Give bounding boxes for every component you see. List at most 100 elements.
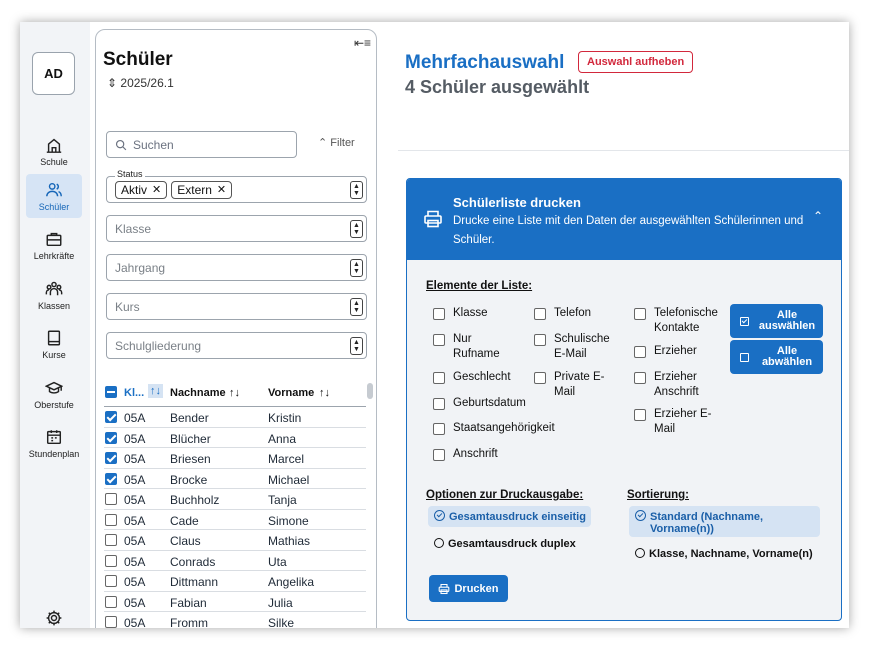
checkbox[interactable]	[433, 334, 445, 346]
checkbox[interactable]	[433, 449, 445, 461]
scrollbar-thumb[interactable]	[367, 383, 373, 399]
row-checkbox[interactable]	[105, 554, 117, 567]
checkbox[interactable]	[534, 308, 546, 320]
remove-chip-icon[interactable]: ✕	[217, 183, 226, 196]
option-erzieher-anschrift[interactable]: Erzieher Anschrift	[634, 370, 714, 400]
select-all-button[interactable]: Alle auswählen	[730, 304, 823, 338]
row-checkbox[interactable]	[105, 431, 117, 444]
table-row[interactable]: 05A Fabian Julia	[104, 592, 366, 612]
table-row[interactable]: 05A Brocke Michael	[104, 469, 366, 489]
table-row[interactable]: 05A Claus Mathias	[104, 530, 366, 551]
radio-sort-standard[interactable]: Standard (Nachname, Vorname(n))	[629, 506, 820, 537]
option-klasse[interactable]: Klasse	[433, 306, 488, 321]
student-list-panel: ⇤≡ Schüler ⇕ 2025/26.1 Suchen ⌃ Filter S…	[95, 29, 377, 628]
select-arrows-icon[interactable]: ▲ ▼	[350, 337, 363, 355]
card-header[interactable]: Schülerliste drucken Drucke eine Liste m…	[407, 179, 841, 260]
gear-icon[interactable]	[45, 609, 63, 627]
nav-item-stundenplan[interactable]: Stundenplan	[26, 421, 82, 465]
option-telefonische-kontakte[interactable]: Telefonische Kontakte	[634, 306, 729, 336]
row-checkbox[interactable]	[105, 472, 117, 485]
option-label: Staatsangehörigkeit	[453, 422, 555, 434]
avatar[interactable]: AD	[32, 52, 75, 95]
option-erzieher-email[interactable]: Erzieher E-Mail	[634, 407, 719, 437]
sort-icon[interactable]: ↑↓	[148, 384, 163, 398]
status-select[interactable]: Status Aktiv ✕ Extern ✕ ▲ ▼	[106, 169, 367, 203]
cell-klasse: 05A	[124, 452, 146, 466]
option-telefon[interactable]: Telefon	[534, 306, 591, 321]
checkbox[interactable]	[433, 398, 445, 410]
row-checkbox[interactable]	[105, 452, 117, 464]
nav-item-lehrkraefte[interactable]: Lehrkräfte	[26, 223, 82, 267]
checkbox[interactable]	[634, 346, 646, 358]
option-erzieher[interactable]: Erzieher	[634, 344, 697, 359]
table-row[interactable]: 05A Conrads Uta	[104, 551, 366, 571]
radio-sort-klasse[interactable]: Klasse, Nachname, Vorname(n)	[635, 548, 813, 560]
sort-icon[interactable]: ↑↓	[319, 387, 330, 399]
table-row[interactable]: 05A Dittmann Angelika	[104, 571, 366, 592]
nav-item-oberstufe[interactable]: Oberstufe	[26, 372, 82, 416]
select-arrows-icon[interactable]: ▲ ▼	[350, 259, 363, 277]
row-checkbox[interactable]	[105, 513, 117, 526]
school-term-selector[interactable]: ⇕ 2025/26.1	[107, 76, 174, 90]
nav-item-kurse[interactable]: Kurse	[26, 322, 82, 366]
checkbox[interactable]	[634, 308, 646, 320]
option-anschrift[interactable]: Anschrift	[433, 447, 498, 462]
remove-chip-icon[interactable]: ✕	[152, 183, 161, 196]
nav-item-label: Schüler	[38, 201, 70, 212]
checkbox[interactable]	[634, 409, 646, 421]
row-checkbox[interactable]	[105, 616, 117, 628]
klasse-select[interactable]: Klasse ▲ ▼	[106, 215, 367, 242]
collapse-panel-icon[interactable]: ⇤≡	[354, 36, 371, 50]
table-row[interactable]: 05A Blücher Anna	[104, 428, 366, 448]
jahrgang-select[interactable]: Jahrgang ▲ ▼	[106, 254, 367, 281]
row-checkbox[interactable]	[105, 534, 117, 546]
select-arrows-icon[interactable]: ▲ ▼	[350, 220, 363, 238]
option-geschlecht[interactable]: Geschlecht	[433, 370, 511, 385]
filter-toggle[interactable]: ⌃ Filter	[318, 136, 355, 149]
option-geburtsdatum[interactable]: Geburtsdatum	[433, 396, 526, 411]
column-header-vorname[interactable]: Vorname	[268, 387, 314, 399]
select-all-checkbox[interactable]	[105, 386, 117, 398]
option-staatsangehoerigkeit[interactable]: Staatsangehörigkeit	[433, 421, 555, 436]
option-private-email[interactable]: Private E-Mail	[534, 370, 614, 400]
sort-icon[interactable]: ↑↓	[229, 387, 240, 399]
print-button[interactable]: Drucken	[429, 575, 508, 602]
nav-item-klassen[interactable]: Klassen	[26, 273, 82, 317]
table-row[interactable]: 05A Bender Kristin	[104, 407, 366, 428]
checkbox[interactable]	[534, 372, 546, 384]
schulgliederung-select[interactable]: Schulgliederung ▲ ▼	[106, 332, 367, 359]
nav-item-label: Lehrkräfte	[33, 250, 75, 261]
checkbox[interactable]	[534, 334, 546, 346]
row-checkbox[interactable]	[105, 493, 117, 505]
radio-duplex[interactable]: Gesamtausdruck duplex	[434, 538, 576, 550]
checkbox[interactable]	[433, 423, 445, 435]
option-schulische-email[interactable]: Schulische E-Mail	[534, 332, 619, 362]
table-row[interactable]: 05A Fromm Silke	[104, 612, 366, 628]
column-header-nachname[interactable]: Nachname	[170, 387, 226, 399]
radio-einseitig[interactable]: Gesamtausdruck einseitig	[428, 506, 591, 527]
table-row[interactable]: 05A Cade Simone	[104, 510, 366, 530]
deselect-button[interactable]: Auswahl aufheben	[578, 51, 694, 73]
nav-item-schueler[interactable]: Schüler	[26, 174, 82, 218]
table-row[interactable]: 05A Buchholz Tanja	[104, 489, 366, 510]
search-input[interactable]: Suchen	[106, 131, 297, 158]
option-nur-rufname[interactable]: Nur Rufname	[433, 332, 513, 362]
row-checkbox[interactable]	[105, 595, 117, 608]
checkbox[interactable]	[433, 372, 445, 384]
checkbox[interactable]	[634, 372, 646, 384]
table-row[interactable]: 05A Briesen Marcel	[104, 448, 366, 469]
chevron-up-icon[interactable]: ⌃	[813, 209, 823, 223]
row-checkbox[interactable]	[105, 575, 117, 587]
card-description: Drucke eine Liste mit den Daten der ausg…	[453, 215, 804, 246]
deselect-all-button[interactable]: Alle abwählen	[730, 340, 823, 374]
cell-nachname: Claus	[170, 534, 201, 548]
row-checkbox[interactable]	[105, 411, 117, 423]
classes-icon	[45, 281, 63, 295]
kurs-select[interactable]: Kurs ▲ ▼	[106, 293, 367, 320]
nav-item-schule[interactable]: Schule	[26, 129, 82, 173]
select-arrows-icon[interactable]: ▲ ▼	[350, 298, 363, 316]
select-arrows-icon[interactable]: ▲ ▼	[350, 181, 363, 199]
updown-icon: ⇕	[107, 76, 118, 90]
checkbox[interactable]	[433, 308, 445, 320]
column-header-klasse[interactable]: Kl...	[124, 387, 144, 399]
